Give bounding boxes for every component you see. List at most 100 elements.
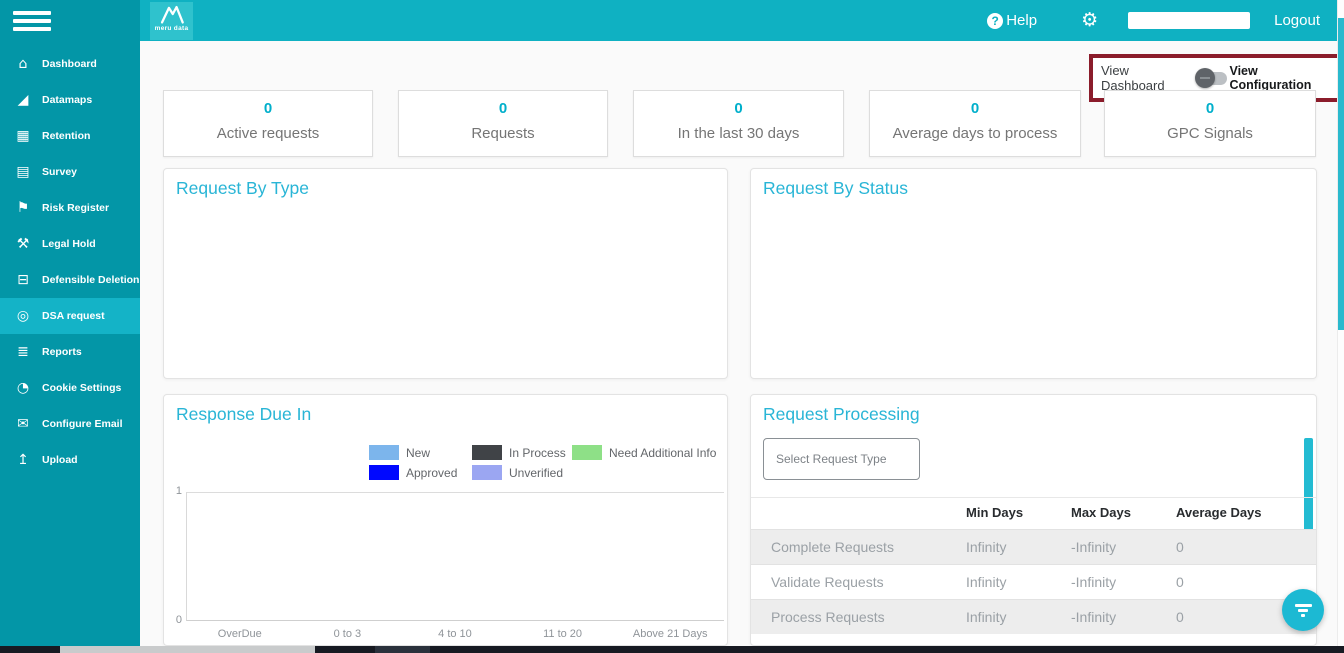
document-icon: ▤ (13, 164, 33, 180)
legend-swatch (369, 465, 399, 480)
cookie-icon: ◔ (13, 380, 33, 396)
chart-legend: New In Process Need Additional Info Appr… (369, 445, 716, 480)
cell-min-days: Infinity (966, 600, 1006, 634)
dashboard-page: meru data ? Help ⚙ Logout ⌂ Dashboard ◢ … (0, 0, 1344, 653)
sidebar-item-survey[interactable]: ▤ Survey (0, 154, 140, 190)
y-axis-tick-0: 0 (168, 614, 182, 626)
cell-max-days: -Infinity (1071, 530, 1116, 564)
sidebar-item-legal-hold[interactable]: ⚒ Legal Hold (0, 226, 140, 262)
request-processing-panel: Request Processing Select Request Type M… (750, 394, 1317, 646)
stat-card-requests: 0 Requests (398, 90, 608, 157)
vertical-scrollbar-track[interactable] (1337, 0, 1344, 653)
sidebar-item-dashboard[interactable]: ⌂ Dashboard (0, 46, 140, 82)
mountain-logo-icon (159, 4, 185, 24)
stat-card-gpc-signals: 0 GPC Signals (1104, 90, 1316, 157)
sidebar-item-datamaps[interactable]: ◢ Datamaps (0, 82, 140, 118)
table-row-process-requests: Process Requests Infinity -Infinity 0 (751, 599, 1316, 634)
x-axis-label: OverDue (186, 628, 294, 640)
x-axis-label: 0 to 3 (294, 628, 402, 640)
sidebar-nav: ⌂ Dashboard ◢ Datamaps ▦ Retention ▤ Sur… (0, 46, 140, 478)
sidebar-item-risk-register[interactable]: ⚑ Risk Register (0, 190, 140, 226)
sidebar-item-configure-email[interactable]: ✉ Configure Email (0, 406, 140, 442)
cell-min-days: Infinity (966, 530, 1006, 564)
menu-icon[interactable] (13, 11, 51, 35)
cell-average-days: 0 (1176, 600, 1184, 634)
topbar-search-input[interactable] (1128, 12, 1250, 29)
y-axis-tick-1: 1 (168, 485, 182, 497)
filter-fab-button[interactable] (1282, 589, 1324, 631)
switch-knob[interactable] (1195, 68, 1215, 88)
panel-title: Request Processing (763, 404, 920, 425)
stat-value: 0 (870, 100, 1080, 117)
x-axis-label: 11 to 20 (509, 628, 617, 640)
gear-icon[interactable]: ⚙ (1081, 11, 1098, 30)
app-logo: meru data (150, 2, 193, 40)
column-header-average-days: Average Days (1176, 497, 1262, 529)
sidebar-item-dsa-request[interactable]: ◎ DSA request (0, 298, 140, 334)
request-by-status-panel: Request By Status (750, 168, 1317, 379)
vertical-scrollbar-thumb[interactable] (1338, 18, 1344, 330)
filter-icon (1295, 604, 1312, 607)
legend-item-new[interactable]: New (369, 445, 472, 460)
stat-value: 0 (634, 100, 843, 117)
legend-item-in-process[interactable]: In Process (472, 445, 572, 460)
view-dashboard-label: View Dashboard (1101, 63, 1187, 93)
list-icon: ≣ (13, 344, 33, 360)
upload-icon: ↥ (13, 452, 33, 468)
stat-card-average-days: 0 Average days to process (869, 90, 1081, 157)
sidebar-item-defensible-deletion[interactable]: ⊟ Defensible Deletion (0, 262, 140, 298)
area-chart-icon: ◢ (13, 92, 33, 108)
cell-max-days: -Infinity (1071, 600, 1116, 634)
view-configuration-label: View Configuration (1229, 64, 1332, 92)
legend-item-approved[interactable]: Approved (369, 465, 472, 480)
legend-swatch (369, 445, 399, 460)
x-axis-label: 4 to 10 (401, 628, 509, 640)
x-axis-labels: OverDue 0 to 3 4 to 10 11 to 20 Above 21… (186, 628, 724, 640)
help-icon: ? (987, 13, 1003, 29)
sidebar-item-reports[interactable]: ≣ Reports (0, 334, 140, 370)
sidebar-item-upload[interactable]: ↥ Upload (0, 442, 140, 478)
cell-max-days: -Infinity (1071, 565, 1116, 599)
row-label: Complete Requests (771, 530, 894, 564)
stat-label: Average days to process (870, 125, 1080, 142)
row-label: Process Requests (771, 600, 885, 634)
panel-title: Response Due In (176, 404, 311, 425)
topbar: meru data ? Help ⚙ Logout (0, 0, 1344, 41)
legend-swatch (472, 445, 502, 460)
legend-swatch (572, 445, 602, 460)
select-request-type-dropdown[interactable]: Select Request Type (763, 438, 920, 480)
cell-min-days: Infinity (966, 565, 1006, 599)
gavel-icon: ⚒ (13, 236, 33, 252)
stat-label: Requests (399, 125, 607, 142)
table-row-complete-requests: Complete Requests Infinity -Infinity 0 (751, 529, 1316, 564)
panel-title: Request By Status (763, 178, 908, 199)
help-label: Help (1006, 12, 1037, 29)
legend-item-unverified[interactable]: Unverified (472, 465, 572, 480)
cell-average-days: 0 (1176, 565, 1184, 599)
building-icon: ▦ (13, 128, 33, 144)
request-by-type-panel: Request By Type (163, 168, 728, 379)
legend-item-need-additional-info[interactable]: Need Additional Info (572, 445, 716, 460)
horizontal-scrollbar-track[interactable] (0, 646, 1344, 653)
row-label: Validate Requests (771, 565, 884, 599)
legend-swatch (472, 465, 502, 480)
sidebar-item-cookie-settings[interactable]: ◔ Cookie Settings (0, 370, 140, 406)
stat-card-last-30-days: 0 In the last 30 days (633, 90, 844, 157)
view-toggle-switch[interactable] (1195, 68, 1226, 88)
stat-label: GPC Signals (1105, 125, 1315, 142)
table-row-validate-requests: Validate Requests Infinity -Infinity 0 (751, 564, 1316, 599)
response-due-in-panel: Response Due In New In Process Need Addi… (163, 394, 728, 646)
column-header-max-days: Max Days (1071, 497, 1131, 529)
table-header-row: Min Days Max Days Average Days (751, 497, 1316, 529)
logout-button[interactable]: Logout (1274, 12, 1320, 29)
horizontal-scrollbar-thumb[interactable] (60, 646, 315, 653)
column-header-min-days: Min Days (966, 497, 1023, 529)
topbar-actions: ? Help ⚙ Logout (987, 0, 1320, 41)
stat-value: 0 (1105, 100, 1315, 117)
sidebar-item-retention[interactable]: ▦ Retention (0, 118, 140, 154)
help-button[interactable]: ? Help (987, 12, 1037, 29)
stat-value: 0 (399, 100, 607, 117)
sidebar: ⌂ Dashboard ◢ Datamaps ▦ Retention ▤ Sur… (0, 0, 140, 646)
stat-card-active-requests: 0 Active requests (163, 90, 373, 157)
stat-value: 0 (164, 100, 372, 117)
